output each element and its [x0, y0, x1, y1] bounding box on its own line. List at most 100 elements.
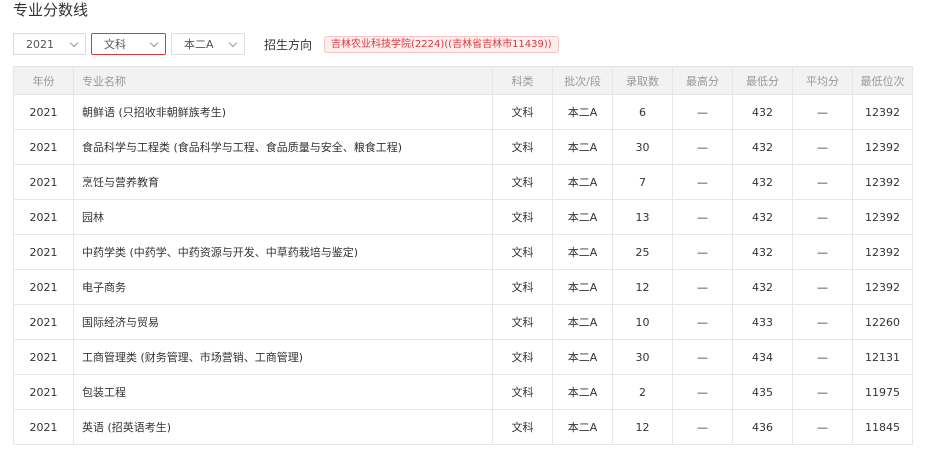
- cell-admitted-count: 30: [612, 129, 673, 165]
- year-select[interactable]: 2021: [13, 33, 86, 55]
- cell-major-name: 园林: [73, 199, 493, 235]
- cell-admitted-count: 12: [612, 409, 673, 445]
- table-row: 2021 烹饪与营养教育 文科 本二A 7—432—12392: [13, 164, 913, 200]
- cell-avg-score: —: [792, 339, 853, 375]
- header-category: 科类: [492, 66, 553, 95]
- header-min-rank: 最低位次: [852, 66, 913, 95]
- cell-major-name: 英语 (招英语考生): [73, 409, 493, 445]
- cell-batch: 本二A: [552, 94, 613, 130]
- cell-year: 2021: [13, 269, 74, 305]
- cell-min-rank: 12392: [852, 129, 913, 165]
- cell-batch: 本二A: [552, 234, 613, 270]
- cell-batch: 本二A: [552, 164, 613, 200]
- cell-admitted-count: 30: [612, 339, 673, 375]
- chevron-down-icon: [149, 38, 159, 47]
- batch-select[interactable]: 本二A: [171, 33, 245, 55]
- page-title: 专业分数线: [13, 1, 89, 19]
- cell-batch: 本二A: [552, 129, 613, 165]
- cell-category: 文科: [492, 199, 553, 235]
- cell-max-score: —: [672, 199, 733, 235]
- cell-min-score: 433: [732, 304, 793, 340]
- cell-min-score: 432: [732, 199, 793, 235]
- cell-batch: 本二A: [552, 374, 613, 410]
- table-body: 2021 朝鲜语 (只招收非朝鲜族考生) 文科 本二A 6—432—12392 2021 食…: [13, 94, 913, 445]
- cell-year: 2021: [13, 129, 74, 165]
- cell-avg-score: —: [792, 129, 853, 165]
- cell-max-score: —: [672, 129, 733, 165]
- cell-max-score: —: [672, 374, 733, 410]
- header-admitted-count: 录取数: [612, 66, 673, 95]
- year-select-value: 2021: [26, 37, 54, 51]
- cell-admitted-count: 25: [612, 234, 673, 270]
- cell-year: 2021: [13, 374, 74, 410]
- cell-year: 2021: [13, 304, 74, 340]
- score-table: 年份 专业名称 科类 批次/段 录取数 最高分 最低分 平均分 最低位次 202…: [13, 66, 913, 445]
- cell-avg-score: —: [792, 164, 853, 200]
- cell-category: 文科: [492, 269, 553, 305]
- cell-category: 文科: [492, 339, 553, 375]
- direction-tag[interactable]: 吉林农业科技学院(2224)((吉林省吉林市11439)): [324, 35, 559, 53]
- cell-major-name: 食品科学与工程类 (食品科学与工程、食品质量与安全、粮食工程): [73, 129, 493, 165]
- cell-year: 2021: [13, 234, 74, 270]
- cell-category: 文科: [492, 409, 553, 445]
- cell-min-rank: 12392: [852, 164, 913, 200]
- cell-major-name: 工商管理类 (财务管理、市场营销、工商管理): [73, 339, 493, 375]
- filter-bar: 2021 文科 本二A 招生方向 吉林农业科技学院(2224)((吉林省吉林市1…: [13, 33, 559, 55]
- cell-min-rank: 11975: [852, 374, 913, 410]
- cell-major-name: 电子商务: [73, 269, 493, 305]
- cell-category: 文科: [492, 304, 553, 340]
- cell-admitted-count: 12: [612, 269, 673, 305]
- direction-label: 招生方向: [264, 37, 313, 52]
- cell-min-score: 432: [732, 94, 793, 130]
- cell-major-name: 国际经济与贸易: [73, 304, 493, 340]
- cell-max-score: —: [672, 339, 733, 375]
- cell-min-rank: 12392: [852, 94, 913, 130]
- cell-avg-score: —: [792, 199, 853, 235]
- table-row: 2021 园林 文科 本二A 13—432—12392: [13, 199, 913, 235]
- table-row: 2021 工商管理类 (财务管理、市场营销、工商管理) 文科 本二A 30—434—12…: [13, 339, 913, 375]
- cell-category: 文科: [492, 374, 553, 410]
- cell-min-rank: 11845: [852, 409, 913, 445]
- header-year: 年份: [13, 66, 74, 95]
- cell-avg-score: —: [792, 304, 853, 340]
- cell-avg-score: —: [792, 94, 853, 130]
- table-header-row: 年份 专业名称 科类 批次/段 录取数 最高分 最低分 平均分 最低位次: [13, 66, 913, 95]
- cell-category: 文科: [492, 234, 553, 270]
- cell-major-name: 中药学类 (中药学、中药资源与开发、中草药栽培与鉴定): [73, 234, 493, 270]
- subject-select[interactable]: 文科: [91, 33, 166, 55]
- cell-year: 2021: [13, 94, 74, 130]
- cell-year: 2021: [13, 339, 74, 375]
- cell-min-rank: 12392: [852, 199, 913, 235]
- table-row: 2021 中药学类 (中药学、中药资源与开发、中草药栽培与鉴定) 文科 本二A 25 —4…: [13, 234, 913, 270]
- header-min-score: 最低分: [732, 66, 793, 95]
- cell-avg-score: —: [792, 234, 853, 270]
- cell-avg-score: —: [792, 374, 853, 410]
- cell-batch: 本二A: [552, 199, 613, 235]
- subject-select-value: 文科: [104, 38, 126, 51]
- chevron-down-icon: [69, 38, 79, 47]
- cell-avg-score: —: [792, 409, 853, 445]
- cell-category: 文科: [492, 164, 553, 200]
- header-avg-score: 平均分: [792, 66, 853, 95]
- cell-avg-score: —: [792, 269, 853, 305]
- cell-batch: 本二A: [552, 269, 613, 305]
- cell-min-score: 432: [732, 129, 793, 165]
- cell-major-name: 烹饪与营养教育: [73, 164, 493, 200]
- cell-batch: 本二A: [552, 339, 613, 375]
- header-batch: 批次/段: [552, 66, 613, 95]
- cell-min-rank: 12260: [852, 304, 913, 340]
- cell-min-rank: 12392: [852, 234, 913, 270]
- table-row: 2021 国际经济与贸易 文科 本二A 10—433—12260: [13, 304, 913, 340]
- cell-admitted-count: 2: [612, 374, 673, 410]
- cell-max-score: —: [672, 269, 733, 305]
- table-row: 2021 朝鲜语 (只招收非朝鲜族考生) 文科 本二A 6—432—12392: [13, 94, 913, 130]
- header-major-name: 专业名称: [73, 66, 493, 95]
- cell-major-name: 包装工程: [73, 374, 493, 410]
- cell-year: 2021: [13, 409, 74, 445]
- cell-admitted-count: 10: [612, 304, 673, 340]
- cell-min-score: 432: [732, 234, 793, 270]
- cell-min-score: 436: [732, 409, 793, 445]
- cell-category: 文科: [492, 94, 553, 130]
- cell-min-rank: 12392: [852, 269, 913, 305]
- cell-min-score: 432: [732, 269, 793, 305]
